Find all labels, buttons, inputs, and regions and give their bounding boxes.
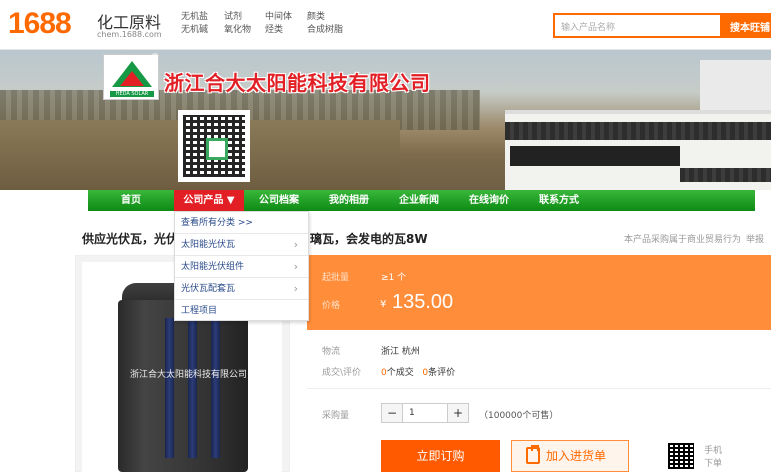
product-title: 供应光伏瓦，光伏: [82, 232, 179, 246]
dropdown-item-label: 查看所有分类 >>: [181, 218, 253, 228]
dropdown-item-label: 太阳能光伏组件: [181, 262, 245, 272]
nav-contact[interactable]: 联系方式: [524, 190, 594, 211]
mobile-order-label[interactable]: 手机下单: [704, 445, 724, 471]
logo-text: HEDA SOLAR: [110, 91, 154, 97]
add-to-cart-label: 加入进货单: [546, 449, 607, 463]
dropdown-item-label: 光伏瓦配套瓦: [181, 284, 236, 294]
quantity-input[interactable]: 1: [402, 404, 448, 422]
moq-value: ≥1 个: [381, 273, 407, 283]
category-group-1: 无机盐 无机碱: [181, 11, 208, 37]
shop-qr-code: [178, 110, 250, 182]
category-group-2: 试剂 氧化物: [224, 11, 251, 37]
category-link[interactable]: 中间体: [265, 11, 292, 24]
search-button[interactable]: 搜本旺铺: [720, 13, 771, 38]
products-dropdown: 查看所有分类 >> 太阳能光伏瓦 › 太阳能光伏组件 › 光伏瓦配套瓦 › 工程…: [174, 211, 309, 321]
banner-roof-2: [680, 168, 771, 182]
chevron-right-icon: ›: [293, 238, 298, 251]
dropdown-item-accessory-tile[interactable]: 光伏瓦配套瓦 ›: [175, 278, 308, 300]
report-link[interactable]: 举报: [746, 232, 764, 245]
dropdown-item-label: 工程项目: [181, 306, 218, 316]
registered-mark: ®: [151, 52, 159, 61]
category-group-3: 中间体 烃类: [265, 11, 292, 37]
qr-code-icon: [183, 115, 245, 177]
deals-stats: 0个成交 0条评价: [381, 365, 455, 378]
decrease-button[interactable]: −: [382, 404, 402, 422]
currency-symbol: ¥: [380, 299, 387, 310]
logistics-value: 浙江 杭州: [381, 347, 420, 357]
add-to-cart-button[interactable]: 加入进货单: [511, 440, 629, 472]
nav-products[interactable]: 公司产品 ▼: [174, 190, 244, 211]
search-input[interactable]: 输入产品名称: [553, 13, 721, 38]
site-logo[interactable]: 1688: [8, 7, 72, 41]
dropdown-item-solar-module[interactable]: 太阳能光伏组件 ›: [175, 256, 308, 278]
solar-cell-strip: [211, 318, 220, 458]
section-divider: [307, 388, 771, 389]
category-link[interactable]: 试剂: [224, 11, 251, 24]
solar-cell-strip: [165, 318, 174, 458]
company-name: 浙江合大太阳能科技有限公司: [164, 71, 431, 95]
mobile-qr-icon[interactable]: [668, 443, 694, 469]
price-panel: [307, 255, 771, 330]
dropdown-item-projects[interactable]: 工程项目: [175, 300, 308, 322]
shop-nav: 首页 公司产品 ▼ 公司档案 我的相册 企业新闻 在线询价 联系方式: [88, 190, 755, 211]
category-link[interactable]: 无机盐: [181, 11, 208, 24]
logo-inner-triangle-icon: [120, 71, 144, 86]
available-stock: （100000个可售）: [479, 411, 559, 421]
price-label: 价格: [322, 301, 341, 311]
category-link[interactable]: 烃类: [265, 24, 292, 37]
quantity-stepper: − 1 +: [381, 403, 469, 423]
banner-solar-roof: [510, 146, 680, 166]
dropdown-item-solar-tile[interactable]: 太阳能光伏瓦 ›: [175, 234, 308, 256]
site-domain: chem.1688.com: [97, 30, 162, 39]
deals-unit: 个成交: [386, 368, 414, 378]
category-link[interactable]: 无机碱: [181, 24, 208, 37]
moq-label: 起批量: [322, 273, 350, 283]
trade-note: 本产品采购属于商业贸易行为: [624, 235, 742, 245]
deals-label: 成交\评价: [322, 368, 362, 378]
solar-cell-strip: [188, 318, 197, 458]
category-link[interactable]: 颜类: [307, 11, 343, 24]
nav-news[interactable]: 企业新闻: [384, 190, 454, 211]
image-watermark: 浙江合大太阳能科技有限公司: [130, 370, 248, 380]
banner-roof: [505, 122, 771, 140]
chevron-right-icon: ›: [293, 260, 298, 273]
product-title-tail: 璃瓦，会发电的瓦8W: [310, 232, 428, 246]
nav-inquiry[interactable]: 在线询价: [454, 190, 524, 211]
purchase-list-icon: [526, 445, 540, 464]
buy-now-button[interactable]: 立即订购: [381, 440, 500, 472]
category-group-4: 颜类 合成树脂: [307, 11, 343, 37]
nav-home[interactable]: 首页: [88, 190, 174, 211]
nav-profile[interactable]: 公司档案: [244, 190, 314, 211]
logistics-label: 物流: [322, 347, 341, 357]
dropdown-item-all[interactable]: 查看所有分类 >>: [175, 212, 308, 234]
price-value: 135.00: [392, 291, 454, 313]
category-link[interactable]: 合成树脂: [307, 24, 343, 37]
solar-tile-image: [118, 300, 248, 472]
chevron-right-icon: ›: [293, 282, 298, 295]
nav-album[interactable]: 我的相册: [314, 190, 384, 211]
reviews-unit: 条评价: [428, 368, 456, 378]
dropdown-item-label: 太阳能光伏瓦: [181, 240, 236, 250]
category-link[interactable]: 氧化物: [224, 24, 251, 37]
quantity-label: 采购量: [322, 411, 350, 421]
top-bar: 1688 化工原料 chem.1688.com 无机盐 无机碱 试剂 氧化物 中…: [0, 0, 771, 50]
increase-button[interactable]: +: [448, 404, 468, 422]
